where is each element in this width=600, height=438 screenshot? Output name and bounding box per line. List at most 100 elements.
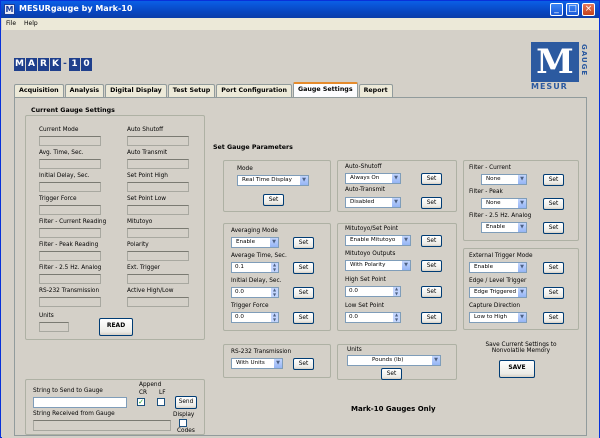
- trigger-force-stepper[interactable]: 0.0 ▲ ▼: [231, 312, 279, 323]
- tab-analysis[interactable]: Analysis: [64, 84, 105, 97]
- auto-transmit-set-button[interactable]: Set: [421, 197, 442, 209]
- label-units: Units: [39, 313, 54, 319]
- trigger-force-set-button[interactable]: Set: [293, 312, 314, 324]
- display-codes-checkbox[interactable]: [179, 419, 187, 427]
- gauge-settings-panel: Current Gauge Settings Current Mode Avg.…: [14, 97, 587, 436]
- spinner-arrows-icon[interactable]: ▲ ▼: [393, 312, 400, 322]
- chevron-down-icon: ▼: [299, 176, 308, 185]
- initial-delay-stepper[interactable]: 0.0 ▲ ▼: [231, 287, 279, 298]
- spinner-arrows-icon[interactable]: ▲ ▼: [271, 312, 278, 322]
- tab-bar: Acquisition Analysis Digital Display Tes…: [14, 82, 394, 97]
- rs232-set-button[interactable]: Set: [293, 358, 314, 370]
- high-set-point-set-button[interactable]: Set: [421, 286, 442, 298]
- units-value: [39, 322, 69, 332]
- label-capture-direction: Capture Direction: [469, 303, 521, 309]
- label-filter-current-param: Filter - Current: [469, 165, 511, 171]
- logo-letter: 1: [69, 58, 80, 71]
- filter-analog-select[interactable]: Enable ▼: [481, 222, 527, 233]
- mode-select[interactable]: Real Time Display ▼: [237, 175, 309, 186]
- mitutoyo-set-point-select[interactable]: Enable Mitutoyo ▼: [345, 235, 411, 246]
- auto-shutoff-set-button[interactable]: Set: [421, 173, 442, 185]
- filter-peak-select[interactable]: None ▼: [481, 198, 527, 209]
- tab-acquisition[interactable]: Acquisition: [14, 84, 64, 97]
- label-filter-peak: Filter - Peak Reading: [39, 242, 99, 248]
- mitutoyo-outputs-set-button[interactable]: Set: [421, 260, 442, 272]
- rs232-select[interactable]: With Units ▼: [231, 358, 283, 369]
- auto-shutoff-select[interactable]: Always On ▼: [345, 173, 401, 184]
- label-units-param: Units: [347, 347, 362, 353]
- auto-transmit-select[interactable]: Disabled ▼: [345, 197, 401, 208]
- save-button[interactable]: SAVE: [499, 360, 535, 378]
- capture-direction-set-button[interactable]: Set: [543, 312, 564, 324]
- external-trigger-set-button[interactable]: Set: [543, 262, 564, 274]
- current-mode-value: [39, 136, 101, 146]
- label-polarity: Polarity: [127, 242, 149, 248]
- low-set-point-set-button[interactable]: Set: [421, 312, 442, 324]
- mode-set-button[interactable]: Set: [263, 194, 284, 206]
- label-averaging-mode: Averaging Mode: [231, 228, 278, 234]
- auto-transmit-value: [127, 159, 189, 169]
- filter-peak-set-button[interactable]: Set: [543, 198, 564, 210]
- read-button[interactable]: READ: [99, 318, 133, 336]
- label-send-string: String to Send to Gauge: [33, 388, 103, 394]
- tab-digital-display[interactable]: Digital Display: [105, 84, 167, 97]
- mitutoyo-set-point-set-button[interactable]: Set: [421, 235, 442, 247]
- tab-gauge-settings[interactable]: Gauge Settings: [292, 82, 358, 97]
- chevron-down-icon: ▼: [401, 261, 410, 270]
- label-append: Append: [139, 382, 162, 388]
- units-select[interactable]: Pounds (lb) ▼: [347, 355, 441, 366]
- minimize-button[interactable]: _: [550, 3, 563, 16]
- title-bar[interactable]: M MESURgauge by Mark-10 _ □ ×: [1, 1, 599, 18]
- filter-peak-select-value: None: [486, 200, 501, 206]
- logo-letter: M: [14, 58, 25, 71]
- averaging-mode-select[interactable]: Enable ▼: [231, 237, 279, 248]
- chevron-down-icon: ▼: [269, 238, 278, 247]
- cr-checkbox[interactable]: ✓: [137, 398, 145, 406]
- mitutoyo-outputs-select[interactable]: With Polarity ▼: [345, 260, 411, 271]
- high-set-point-value: 0.0: [349, 288, 358, 294]
- menu-help[interactable]: Help: [24, 20, 38, 27]
- tab-test-setup[interactable]: Test Setup: [167, 84, 216, 97]
- label-current-mode: Current Mode: [39, 127, 79, 133]
- tab-report[interactable]: Report: [358, 84, 393, 97]
- label-ext-trigger: Ext. Trigger: [127, 265, 161, 271]
- menu-file[interactable]: File: [6, 20, 16, 27]
- label-edge-level-trigger: Edge / Level Trigger: [469, 278, 527, 284]
- label-low-set-point: Low Set Point: [345, 303, 385, 309]
- label-rs232-transmission: RS-232 Transmission: [231, 349, 292, 355]
- initial-delay-set-button[interactable]: Set: [293, 287, 314, 299]
- units-set-button[interactable]: Set: [381, 368, 402, 380]
- edge-level-set-button[interactable]: Set: [543, 287, 564, 299]
- chevron-down-icon: ▼: [401, 236, 410, 245]
- averaging-mode-set-button[interactable]: Set: [293, 237, 314, 249]
- logo-letter: 0: [81, 58, 92, 71]
- lf-checkbox[interactable]: [157, 398, 165, 406]
- polarity-value: [127, 251, 189, 261]
- label-filter-peak-param: Filter - Peak: [469, 189, 503, 195]
- filter-current-set-button[interactable]: Set: [543, 174, 564, 186]
- close-button[interactable]: ×: [582, 3, 595, 16]
- client-area: M A R K - 1 0 M MESUR GAUGE Acquisition …: [2, 30, 599, 438]
- capture-direction-select[interactable]: Low to High ▼: [469, 312, 527, 323]
- label-received-string: String Received from Gauge: [33, 411, 115, 417]
- high-set-point-stepper[interactable]: 0.0 ▲ ▼: [345, 286, 401, 297]
- average-time-stepper[interactable]: 0.1 ▲ ▼: [231, 262, 279, 273]
- spinner-arrows-icon[interactable]: ▲ ▼: [393, 286, 400, 296]
- received-string-field: [33, 420, 171, 431]
- trigger-force-value: [39, 205, 101, 215]
- external-trigger-select[interactable]: Enable ▼: [469, 262, 527, 273]
- average-time-set-button[interactable]: Set: [293, 262, 314, 274]
- send-button[interactable]: Send: [175, 396, 197, 409]
- units-select-value: Pounds (lb): [372, 357, 404, 363]
- send-string-input[interactable]: [33, 397, 127, 408]
- spinner-arrows-icon[interactable]: ▲ ▼: [271, 287, 278, 297]
- chevron-down-icon: ▼: [391, 174, 400, 183]
- maximize-button[interactable]: □: [566, 3, 579, 16]
- label-cr: CR: [139, 390, 148, 396]
- filter-current-select[interactable]: None ▼: [481, 174, 527, 185]
- tab-port-configuration[interactable]: Port Configuration: [216, 84, 292, 97]
- filter-analog-set-button[interactable]: Set: [543, 222, 564, 234]
- edge-level-select[interactable]: Edge Triggered ▼: [469, 287, 527, 298]
- low-set-point-stepper[interactable]: 0.0 ▲ ▼: [345, 312, 401, 323]
- spinner-arrows-icon[interactable]: ▲ ▼: [271, 262, 278, 272]
